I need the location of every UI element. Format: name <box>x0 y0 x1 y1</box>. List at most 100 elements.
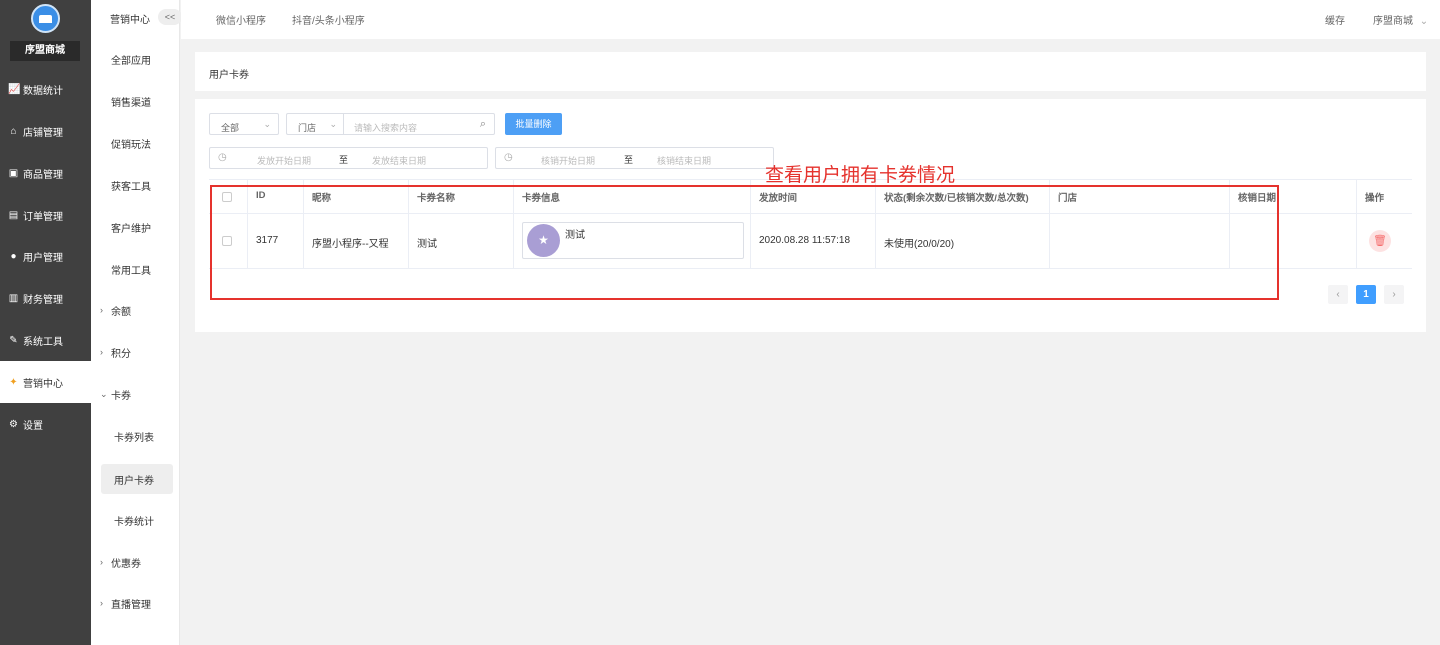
table-row: 3177 序盟小程序--又程 测试 ★ 测试 2020.08.28 11:57:… <box>209 214 1412 269</box>
pagination-prev-button[interactable]: ‹ <box>1328 285 1348 304</box>
clock-icon: ◷ <box>218 152 227 163</box>
subnav-customer-care[interactable]: 客户维护 <box>91 212 180 242</box>
subnav-promotions[interactable]: 促销玩法 <box>91 128 180 158</box>
row-checkbox[interactable] <box>222 236 232 246</box>
sidebar-item-label: 设置 <box>23 420 43 432</box>
coupon-info-box: ★ 测试 <box>522 222 744 259</box>
issue-start-placeholder: 发放开始日期 <box>257 156 312 166</box>
sidebar-item-users[interactable]: ● 用户管理 <box>0 235 91 277</box>
shop-logo-icon[interactable] <box>31 4 60 33</box>
sidebar-item-finance[interactable]: ▥ 财务管理 <box>0 277 91 319</box>
chevron-right-icon: › <box>100 598 103 608</box>
subnav-group-label: 直播管理 <box>111 599 151 611</box>
page-header: 用户卡券 <box>195 52 1426 91</box>
subnav-group-points[interactable]: › 积分 <box>91 337 180 367</box>
sidebar-item-label: 订单管理 <box>23 211 63 223</box>
header-card-name: 卡券名称 <box>409 180 514 213</box>
sidebar-item-label: 数据统计 <box>23 85 63 97</box>
cell-issue-time: 2020.08.28 11:57:18 <box>751 214 876 268</box>
cell-id: 3177 <box>248 214 304 268</box>
chevron-down-icon: ⌄ <box>329 119 337 129</box>
settings-icon: ⚙ <box>9 418 18 430</box>
subnav-group-balance[interactable]: › 余额 <box>91 295 180 325</box>
store-select-value: 门店 <box>298 123 317 133</box>
subnav-sales-channels[interactable]: 销售渠道 <box>91 86 180 116</box>
main-sidebar: 序盟商城 📈 数据统计 ⌂ 店铺管理 ▣ 商品管理 ▤ 订单管理 ● 用户管理 … <box>0 0 91 645</box>
verify-end-placeholder: 核销结束日期 <box>657 156 712 166</box>
chevron-right-icon: › <box>100 347 103 357</box>
annotation-text: 查看用户拥有卡券情况 <box>765 165 956 186</box>
tab-wechat-miniprogram[interactable]: 微信小程序 <box>216 12 266 27</box>
chevron-right-icon: › <box>100 557 103 567</box>
row-select-cell <box>209 214 248 268</box>
cell-card-info: ★ 测试 <box>514 214 751 268</box>
cache-button[interactable]: 缓存 <box>1325 12 1345 27</box>
marketing-icon: ✦ <box>9 376 18 388</box>
subnav-acquisition[interactable]: 获客工具 <box>91 170 180 200</box>
cell-verify-date <box>1230 214 1357 268</box>
delete-icon[interactable]: 🗑 <box>1369 230 1391 252</box>
cell-actions: 🗑 <box>1357 214 1412 268</box>
subnav-group-coupons[interactable]: › 优惠券 <box>91 547 180 577</box>
subnav-card-stats[interactable]: 卡券统计 <box>91 505 180 535</box>
type-select-value: 全部 <box>221 123 240 133</box>
subnav-card-list[interactable]: 卡券列表 <box>91 421 180 451</box>
store-select[interactable]: 门店 ⌄ <box>286 113 344 135</box>
shop-switcher[interactable]: 序盟商城 ⌄ <box>1373 12 1428 27</box>
sidebar-item-marketing[interactable]: ✦ 营销中心 <box>0 361 91 403</box>
coupon-image-icon: ★ <box>527 224 560 257</box>
page-title: 用户卡券 <box>209 70 249 81</box>
main-content: 全部 ⌄ 门店 ⌄ 请输入搜索内容 ⌕ 批量删除 ◷ 发放开始日期 至 发放结束… <box>195 99 1426 332</box>
chevron-down-icon: ⌄ <box>1419 16 1429 27</box>
sidebar-item-label: 营销中心 <box>23 378 63 390</box>
tab-douyin-miniprogram[interactable]: 抖音/头条小程序 <box>292 12 365 27</box>
sub-sidebar-title: 营销中心 <box>110 15 150 26</box>
clock-icon: ◷ <box>504 152 513 163</box>
pagination-next-button[interactable]: › <box>1384 285 1404 304</box>
wrench-icon: ✎ <box>9 334 18 346</box>
type-select[interactable]: 全部 ⌄ <box>209 113 279 135</box>
header-select-cell <box>209 180 248 213</box>
search-icon[interactable]: ⌕ <box>480 118 486 131</box>
sidebar-item-label: 商品管理 <box>23 169 63 181</box>
subnav-group-label: 卡券 <box>111 390 131 402</box>
collapse-button[interactable]: << <box>158 9 182 25</box>
subnav-common-tools[interactable]: 常用工具 <box>91 254 180 284</box>
chevron-down-icon: ⌄ <box>100 388 108 399</box>
subnav-all-apps[interactable]: 全部应用 <box>91 44 180 74</box>
sidebar-item-orders[interactable]: ▤ 订单管理 <box>0 194 91 236</box>
sidebar-item-label: 用户管理 <box>23 252 63 264</box>
search-input[interactable]: 请输入搜索内容 ⌕ <box>343 113 495 135</box>
subnav-group-live[interactable]: › 直播管理 <box>91 588 180 618</box>
user-icon: ● <box>10 250 17 262</box>
range-separator: 至 <box>339 155 349 165</box>
top-bar: 微信小程序 抖音/头条小程序 缓存 序盟商城 ⌄ <box>181 0 1440 39</box>
cell-status: 未使用(20/0/20) <box>876 214 1050 268</box>
verify-start-placeholder: 核销开始日期 <box>541 156 596 166</box>
finance-icon: ▥ <box>8 292 19 304</box>
chart-icon: 📈 <box>8 83 21 95</box>
sidebar-item-products[interactable]: ▣ 商品管理 <box>0 152 91 194</box>
sidebar-item-statistics[interactable]: 📈 数据统计 <box>0 68 91 110</box>
range-separator: 至 <box>624 155 634 165</box>
sidebar-item-label: 系统工具 <box>23 336 63 348</box>
subnav-group-label: 积分 <box>111 348 131 360</box>
shop-name: 序盟商城 <box>10 41 80 61</box>
select-all-checkbox[interactable] <box>222 192 232 202</box>
sidebar-item-store[interactable]: ⌂ 店铺管理 <box>0 110 91 152</box>
batch-delete-button[interactable]: 批量删除 <box>505 113 562 135</box>
subnav-group-cards[interactable]: ⌄ 卡券 <box>91 379 180 409</box>
pagination-page-1[interactable]: 1 <box>1356 285 1376 304</box>
search-placeholder: 请输入搜索内容 <box>354 123 418 133</box>
cell-card-name: 测试 <box>409 214 514 268</box>
chevron-right-icon: › <box>100 305 103 315</box>
subnav-user-cards[interactable]: 用户卡券 <box>101 464 173 494</box>
sidebar-item-settings[interactable]: ⚙ 设置 <box>0 403 91 445</box>
issue-date-range[interactable]: ◷ 发放开始日期 至 发放结束日期 <box>209 147 488 169</box>
cell-store <box>1050 214 1230 268</box>
user-cards-table: ID 昵称 卡券名称 卡券信息 发放时间 状态(剩余次数/已核销次数/总次数) … <box>209 179 1412 269</box>
sidebar-item-label: 店铺管理 <box>23 127 63 139</box>
verify-date-range[interactable]: ◷ 核销开始日期 至 核销结束日期 <box>495 147 774 169</box>
sidebar-item-tools[interactable]: ✎ 系统工具 <box>0 319 91 361</box>
product-icon: ▣ <box>8 167 19 179</box>
